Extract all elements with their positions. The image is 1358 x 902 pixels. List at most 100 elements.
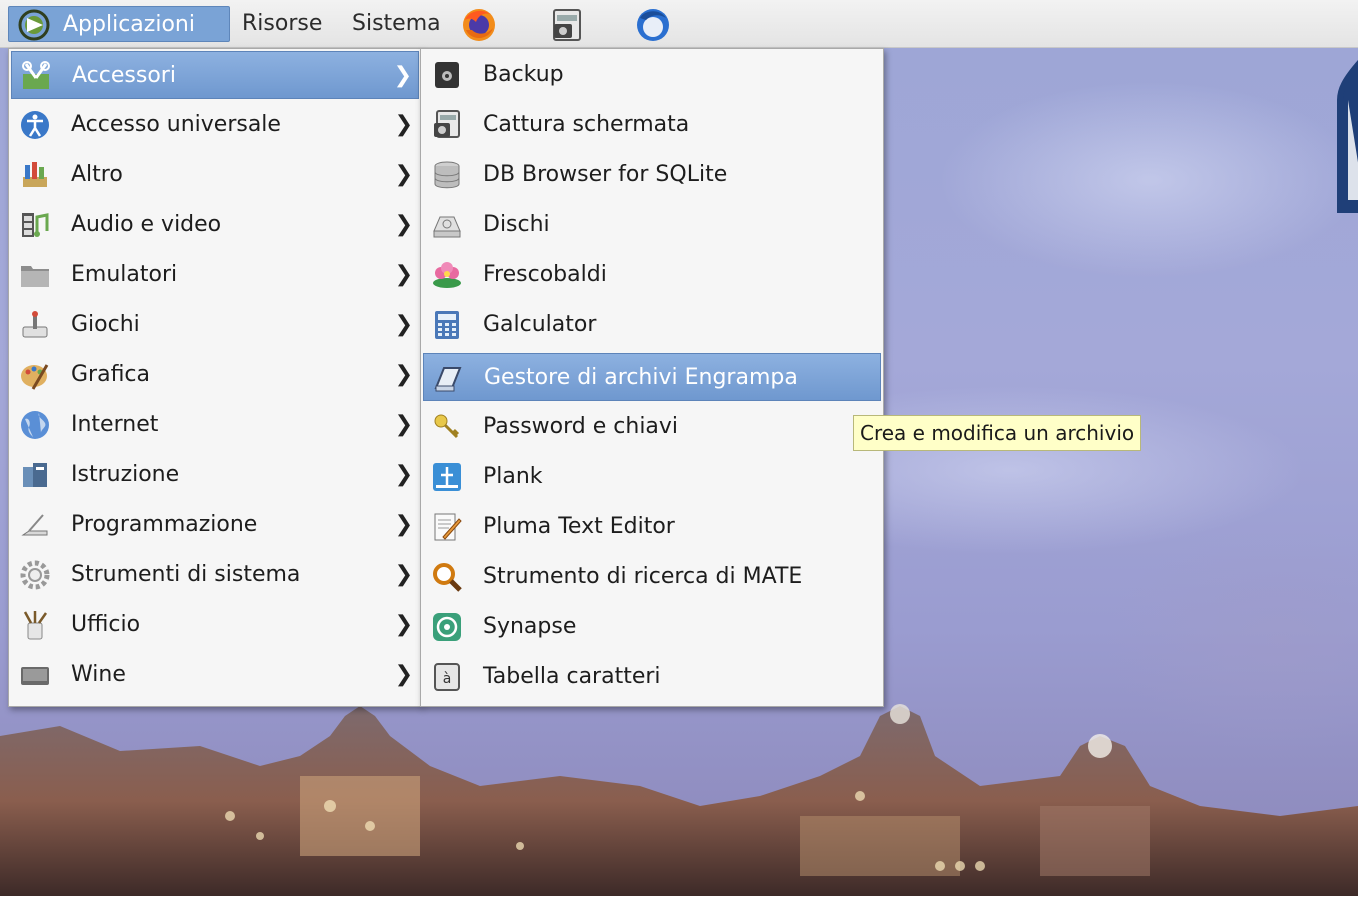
category-item-audio-e-video[interactable]: Audio e video ❯	[11, 201, 419, 249]
app-item-cattura-schermata[interactable]: Cattura schermata	[423, 101, 881, 149]
wine-icon	[21, 667, 49, 685]
app-label: DB Browser for SQLite	[483, 162, 728, 187]
frescobaldi-icon	[433, 262, 461, 288]
other-icon	[23, 162, 47, 187]
places-menu-button[interactable]: Risorse	[236, 6, 328, 42]
app-item-dischi[interactable]: Dischi	[423, 201, 881, 249]
app-item-db-browser[interactable]: DB Browser for SQLite	[423, 151, 881, 199]
submenu-arrow-icon: ❯	[394, 212, 413, 237]
category-item-accesso-universale[interactable]: Accesso universale ❯	[11, 101, 419, 149]
plank-icon	[433, 463, 461, 491]
app-label: Strumento di ricerca di MATE	[483, 564, 803, 589]
mate-logo-icon	[18, 9, 50, 41]
app-item-frescobaldi[interactable]: Frescobaldi	[423, 251, 881, 299]
app-item-plank[interactable]: Plank	[423, 453, 881, 501]
app-label: Galculator	[483, 312, 597, 337]
internet-icon	[21, 411, 49, 439]
category-label: Altro	[71, 162, 123, 187]
submenu-arrow-icon: ❯	[394, 162, 413, 187]
category-item-programmazione[interactable]: Programmazione ❯	[11, 501, 419, 549]
synapse-icon	[433, 613, 461, 641]
database-icon	[434, 161, 460, 189]
applications-menu-button[interactable]: Applicazioni	[8, 6, 230, 42]
app-item-engrampa[interactable]: Gestore di archivi Engrampa	[423, 353, 881, 401]
category-label: Emulatori	[71, 262, 178, 287]
category-item-ufficio[interactable]: Ufficio ❯	[11, 601, 419, 649]
wallpaper-cityscape	[0, 696, 1358, 896]
submenu-arrow-icon: ❯	[394, 112, 413, 137]
education-icon	[23, 463, 47, 487]
submenu-arrow-icon: ❯	[394, 562, 413, 587]
submenu-arrow-icon: ❯	[393, 63, 412, 88]
app-item-tabella-caratteri[interactable]: à Tabella caratteri	[423, 653, 881, 701]
applications-menu: Accessori ❯ Accesso universale ❯ Altro ❯…	[8, 48, 422, 707]
text-editor-icon	[434, 513, 462, 541]
category-item-internet[interactable]: Internet ❯	[11, 401, 419, 449]
accessories-icon	[22, 61, 50, 89]
screenshot-icon[interactable]	[548, 6, 586, 44]
app-label: Cattura schermata	[483, 112, 690, 137]
category-label: Accessori	[72, 63, 176, 88]
app-item-strumento-ricerca[interactable]: Strumento di ricerca di MATE	[423, 553, 881, 601]
multimedia-icon	[22, 213, 49, 237]
app-label: Password e chiavi	[483, 414, 679, 439]
category-item-grafica[interactable]: Grafica ❯	[11, 351, 419, 399]
app-label: Pluma Text Editor	[483, 514, 675, 539]
submenu-arrow-icon: ❯	[394, 612, 413, 637]
system-menu-label: Sistema	[352, 11, 441, 36]
category-item-strumenti-di-sistema[interactable]: Strumenti di sistema ❯	[11, 551, 419, 599]
app-label: Synapse	[483, 614, 577, 639]
app-label: Dischi	[483, 212, 550, 237]
submenu-arrow-icon: ❯	[394, 512, 413, 537]
backup-icon	[435, 62, 459, 88]
submenu-arrow-icon: ❯	[394, 462, 413, 487]
app-item-galculator[interactable]: Galculator	[423, 301, 881, 349]
category-label: Internet	[71, 412, 159, 437]
calculator-icon	[435, 311, 459, 339]
app-label: Plank	[483, 464, 543, 489]
category-item-giochi[interactable]: Giochi ❯	[11, 301, 419, 349]
category-item-emulatori[interactable]: Emulatori ❯	[11, 251, 419, 299]
office-icon	[23, 611, 48, 640]
submenu-arrow-icon: ❯	[394, 412, 413, 437]
category-label: Audio e video	[71, 212, 222, 237]
app-item-pluma[interactable]: Pluma Text Editor	[423, 503, 881, 551]
games-icon	[22, 311, 48, 338]
submenu-arrow-icon: ❯	[394, 312, 413, 337]
app-label: Gestore di archivi Engrampa	[484, 365, 798, 390]
app-item-backup[interactable]: Backup	[423, 51, 881, 99]
screenshot-icon	[434, 110, 460, 138]
category-label: Programmazione	[71, 512, 258, 537]
character-map-icon: à	[434, 663, 460, 691]
firefox-icon[interactable]	[460, 6, 498, 44]
app-label: Tabella caratteri	[483, 664, 661, 689]
edge-widget-icon	[1337, 60, 1358, 213]
submenu-arrow-icon: ❯	[394, 362, 413, 387]
disks-icon	[433, 216, 461, 238]
thunderbird-icon[interactable]	[634, 6, 672, 44]
category-item-altro[interactable]: Altro ❯	[11, 151, 419, 199]
system-menu-button[interactable]: Sistema	[346, 6, 447, 42]
category-label: Accesso universale	[71, 112, 281, 137]
category-item-wine[interactable]: Wine ❯	[11, 651, 419, 699]
search-tool-icon	[433, 563, 462, 592]
submenu-arrow-icon: ❯	[394, 262, 413, 287]
category-item-istruzione[interactable]: Istruzione ❯	[11, 451, 419, 499]
accessori-submenu: Backup Cattura schermata DB Browser for …	[420, 48, 884, 707]
category-item-accessori[interactable]: Accessori ❯	[11, 51, 419, 99]
system-tools-icon	[20, 560, 50, 590]
app-item-password-e-chiavi[interactable]: Password e chiavi	[423, 403, 881, 451]
top-panel: Applicazioni Risorse Sistema	[0, 0, 1358, 48]
category-label: Giochi	[71, 312, 140, 337]
applications-menu-label: Applicazioni	[63, 12, 195, 37]
category-label: Wine	[71, 662, 126, 687]
app-item-synapse[interactable]: Synapse	[423, 603, 881, 651]
app-label: Backup	[483, 62, 564, 87]
development-icon	[21, 514, 48, 536]
archive-manager-icon	[434, 367, 462, 392]
app-label: Frescobaldi	[483, 262, 607, 287]
category-label: Ufficio	[71, 612, 141, 637]
accessibility-icon	[21, 111, 49, 139]
category-label: Istruzione	[71, 462, 180, 487]
svg-text:à: à	[443, 671, 452, 687]
